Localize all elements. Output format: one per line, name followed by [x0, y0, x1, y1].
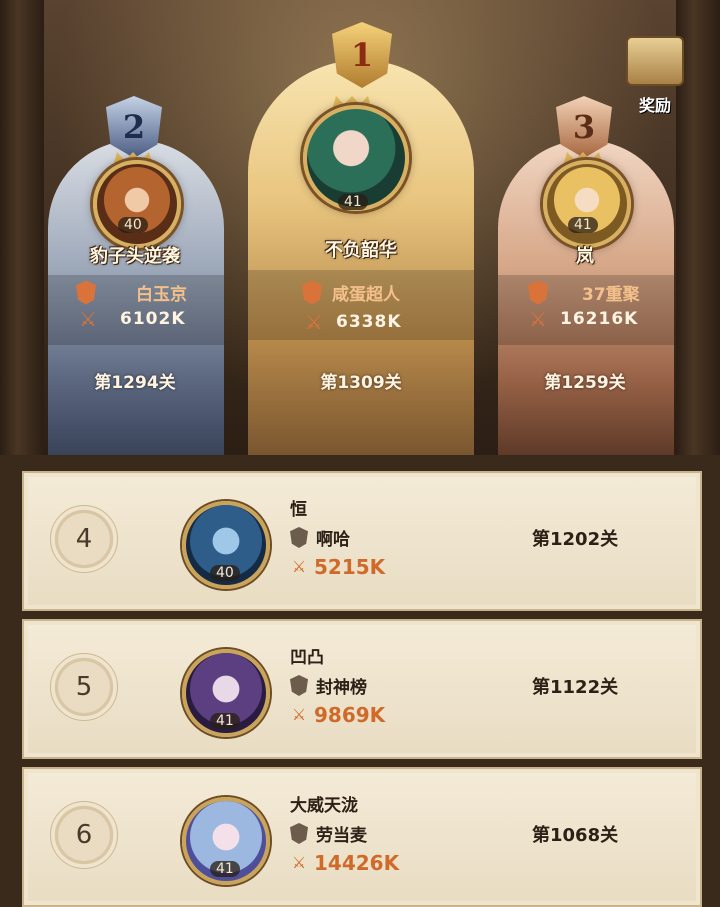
reward-label: 奖励	[638, 96, 671, 115]
stage-label: 第1068关	[532, 825, 619, 846]
level-rank-2: 40	[118, 217, 148, 233]
level-rank-1: 41	[338, 194, 368, 210]
guild-row: 啊哈	[290, 525, 350, 550]
power-rank-3: ⚔ 16216K	[526, 307, 638, 331]
guild-icon	[290, 675, 308, 696]
guild-row: 劳当麦	[290, 821, 367, 846]
power-row: ⚔ 5215K	[291, 555, 386, 579]
crossed-swords-icon: ⚔	[305, 310, 323, 334]
stage-rank-1: 第1309关	[320, 373, 402, 393]
list-item[interactable]: 5 41 凹凸 封神榜 ⚔ 9869K 第1122关	[22, 619, 702, 759]
player-name: 凹凸	[290, 648, 324, 668]
player-name: 大威天泷	[290, 796, 358, 816]
level-badge: 41	[210, 713, 240, 729]
stage-label: 第1202关	[532, 529, 619, 550]
avatar[interactable]: 41	[182, 797, 270, 885]
power-row: ⚔ 9869K	[291, 703, 386, 727]
power-rank-2: ⚔ 6102K	[76, 307, 186, 331]
crossed-swords-icon: ⚔	[529, 307, 547, 331]
level-badge: 40	[210, 565, 240, 581]
crossed-swords-icon: ⚔	[291, 705, 307, 724]
stage-rank-3: 第1259关	[544, 373, 626, 393]
name-rank-3: 岚	[576, 246, 594, 267]
reward-chest-icon	[626, 36, 684, 86]
list-item[interactable]: 4 40 恒 啊哈 ⚔ 5215K 第1202关	[22, 471, 702, 611]
guild-rank-3: 37重聚	[528, 280, 640, 305]
guild-icon	[76, 280, 96, 305]
guild-row: 封神榜	[290, 673, 367, 698]
rank-number: 5	[50, 653, 118, 721]
player-name: 恒	[290, 500, 307, 520]
avatar-rank-2[interactable]	[93, 160, 181, 248]
guild-rank-2: 白玉京	[76, 280, 187, 305]
name-rank-2: 豹子头逆袭	[90, 246, 180, 267]
guild-icon	[302, 280, 322, 305]
guild-icon	[290, 527, 308, 548]
list-item[interactable]: 6 41 大威天泷 劳当麦 ⚔ 14426K 第1068关	[22, 767, 702, 907]
guild-icon	[290, 823, 308, 844]
guild-icon	[528, 280, 548, 305]
avatar[interactable]: 40	[182, 501, 270, 589]
avatar-rank-3[interactable]	[543, 160, 631, 248]
guild-rank-1: 咸蛋超人	[302, 280, 400, 305]
name-rank-1: 不负韶华	[325, 240, 397, 261]
crossed-swords-icon: ⚔	[291, 853, 307, 872]
power-row: ⚔ 14426K	[291, 851, 400, 875]
power-rank-1: ⚔ 6338K	[302, 310, 402, 334]
crossed-swords-icon: ⚔	[291, 557, 307, 576]
left-pillar	[0, 0, 44, 470]
avatar[interactable]: 41	[182, 649, 270, 737]
crossed-swords-icon: ⚔	[79, 307, 97, 331]
rank-number: 4	[50, 505, 118, 573]
rank-number: 6	[50, 801, 118, 869]
stage-rank-2: 第1294关	[94, 373, 176, 393]
stage-label: 第1122关	[532, 677, 619, 698]
level-badge: 41	[210, 861, 240, 877]
reward-button[interactable]: 奖励	[620, 36, 690, 118]
level-rank-3: 41	[568, 217, 598, 233]
